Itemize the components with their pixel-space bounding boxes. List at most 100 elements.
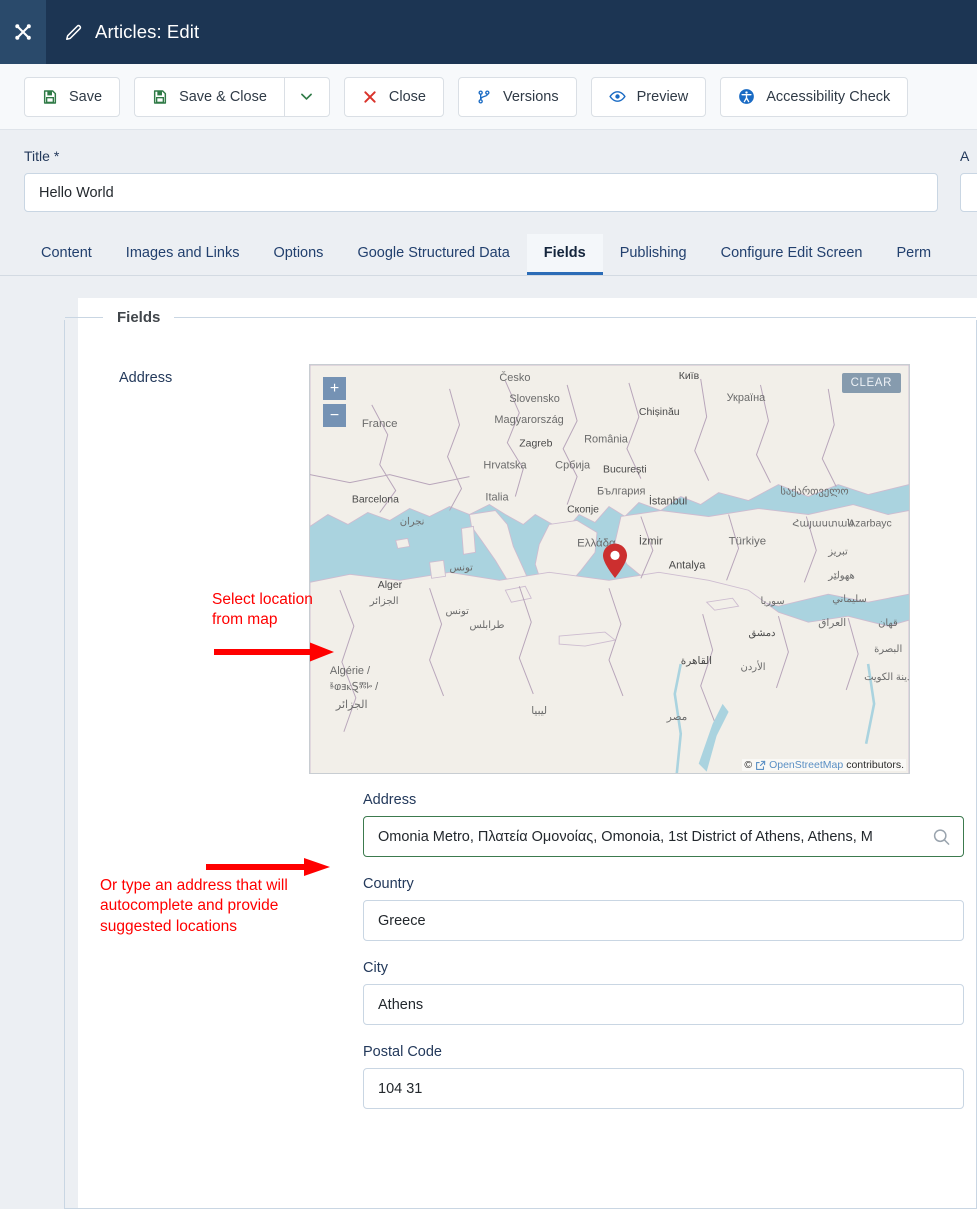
map-place-label: نجران: [400, 516, 425, 527]
fields-tab-panel: Fields Address France Česko Slovensko Ma…: [64, 298, 977, 1209]
map-place-label: العراق: [818, 618, 846, 629]
tab-images-and-links[interactable]: Images and Links: [109, 234, 257, 275]
map-place-label: İstanbul: [649, 495, 687, 508]
versions-button-label: Versions: [503, 88, 559, 105]
tab-publishing[interactable]: Publishing: [603, 234, 704, 275]
country-input-value: Greece: [378, 912, 426, 929]
map-place-label: طرابلس: [469, 620, 504, 631]
annotation-select-from-map-line1: Select location: [212, 591, 313, 608]
page-title-text: Articles: Edit: [95, 21, 200, 42]
map-place-label: ⱛⱷⱻⲕⱾⰿⱈ /: [330, 681, 379, 693]
pencil-icon: [64, 23, 83, 42]
alias-input[interactable]: [960, 173, 977, 212]
map-place-label: سليماني: [832, 594, 867, 605]
country-field-group: Country Greece: [363, 876, 964, 941]
annotation-type-address: Or type an address that will autocomplet…: [100, 876, 332, 937]
map-place-label: تونس: [450, 562, 474, 573]
page-title: Articles: Edit: [64, 21, 199, 43]
map-place-label: Zagreb: [519, 439, 552, 450]
annotation-select-from-map: Select location from map: [212, 590, 336, 665]
x-close-icon: [362, 89, 378, 105]
map-place-label: مصر: [666, 712, 687, 723]
map-place-label: دمشق: [749, 628, 776, 639]
attribution-copyright: ©: [744, 759, 753, 771]
tab-fields[interactable]: Fields: [526, 234, 603, 275]
map-place-label: България: [597, 486, 645, 498]
map-clear-button[interactable]: CLEAR: [841, 373, 901, 393]
save-close-split-button: Save & Close: [134, 76, 330, 117]
title-label: Title *: [24, 148, 60, 164]
external-link-icon: [755, 760, 766, 771]
versions-button[interactable]: Versions: [458, 76, 577, 117]
fields-fieldset: Fields Address France Česko Slovensko Ma…: [64, 309, 977, 1209]
save-button[interactable]: Save: [24, 76, 121, 117]
country-label: Country: [363, 876, 414, 892]
zoom-out-button[interactable]: −: [323, 404, 346, 427]
map-place-label: الجزائر: [335, 699, 368, 711]
map-place-label: Україна: [727, 392, 767, 404]
map-place-label: საქართველო: [780, 486, 848, 498]
accessibility-check-button[interactable]: Accessibility Check: [720, 76, 909, 117]
map-place-label: România: [584, 434, 629, 446]
map-place-label: France: [362, 418, 398, 430]
map-place-label: Türkiye: [729, 535, 767, 547]
address-input[interactable]: Omonia Metro, Πλατεία Ομονοίας, Omonoia,…: [363, 816, 964, 857]
save-disk-icon: [152, 89, 168, 105]
openstreetmap-link[interactable]: OpenStreetMap: [769, 759, 843, 771]
preview-button[interactable]: Preview: [590, 76, 707, 117]
map-place-label: Київ: [679, 371, 700, 382]
map-place-label: İzmir: [639, 534, 663, 547]
map-place-label: Barcelona: [352, 495, 399, 506]
save-and-close-button[interactable]: Save & Close: [134, 76, 284, 117]
address-map-control: France Česko Slovensko Magyarország Chișinău…: [309, 364, 976, 774]
tab-google-structured-data[interactable]: Google Structured Data: [340, 234, 526, 275]
joomla-logo-icon[interactable]: [0, 0, 46, 64]
map-place-label: Србија: [555, 460, 591, 472]
address-field-group: Address Omonia Metro, Πλατεία Ομονοίας, …: [363, 792, 964, 857]
map-place-label: Slovensko: [509, 393, 560, 405]
tab-permissions[interactable]: Perm: [879, 234, 948, 275]
postal-code-label: Postal Code: [363, 1044, 442, 1060]
city-field-group: City Athens: [363, 960, 964, 1025]
map-place-label: تونس: [446, 606, 470, 617]
address-row-label: Address: [119, 370, 173, 386]
postal-code-field-group: Postal Code 104 31: [363, 1044, 964, 1109]
search-icon[interactable]: [932, 827, 951, 846]
close-button-label: Close: [388, 88, 426, 105]
accessibility-check-label: Accessibility Check: [766, 88, 891, 105]
location-map[interactable]: France Česko Slovensko Magyarország Chișinău…: [309, 364, 910, 774]
map-place-label: سوريا: [760, 596, 784, 607]
map-place-label: Česko: [499, 371, 530, 384]
map-place-label: تبريز: [827, 546, 848, 557]
postal-code-input[interactable]: 104 31: [363, 1068, 964, 1109]
eye-preview-icon: [608, 88, 626, 105]
map-pin-icon[interactable]: [602, 543, 628, 584]
tab-options[interactable]: Options: [256, 234, 340, 275]
map-place-label: ههولێر: [827, 570, 855, 581]
chevron-down-icon: [298, 88, 315, 105]
map-place-label: Italia: [485, 492, 509, 504]
address-subfields: Address Omonia Metro, Πλατεία Ομονοίας, …: [65, 774, 976, 1109]
map-place-label: الأردن: [741, 661, 766, 673]
annotation-type-address-line2: autocomplete and provide: [100, 897, 279, 915]
map-place-label: Hrvatska: [483, 460, 527, 472]
zoom-in-button[interactable]: +: [323, 377, 346, 400]
red-arrow-right-icon: [206, 858, 330, 876]
toolbar: Save Save & Close Close Versions Preview…: [0, 64, 977, 130]
save-options-dropdown-button[interactable]: [283, 76, 330, 117]
versions-branch-icon: [476, 89, 492, 105]
close-button[interactable]: Close: [343, 76, 444, 117]
city-input[interactable]: Athens: [363, 984, 964, 1025]
map-place-label: الجزائر: [369, 596, 399, 607]
save-disk-icon: [42, 89, 58, 105]
address-label: Address: [363, 792, 417, 808]
map-place-label: Chișinău: [639, 407, 680, 418]
map-place-label: Alger: [378, 580, 403, 591]
title-input[interactable]: Hello World: [24, 173, 938, 212]
country-input[interactable]: Greece: [363, 900, 964, 941]
tab-content[interactable]: Content: [24, 234, 109, 275]
tab-configure-edit-screen[interactable]: Configure Edit Screen: [704, 234, 880, 275]
map-place-label: البصرة: [874, 644, 902, 655]
legend-rule-right: [174, 317, 976, 318]
map-place-label: Algérie /: [330, 665, 371, 677]
